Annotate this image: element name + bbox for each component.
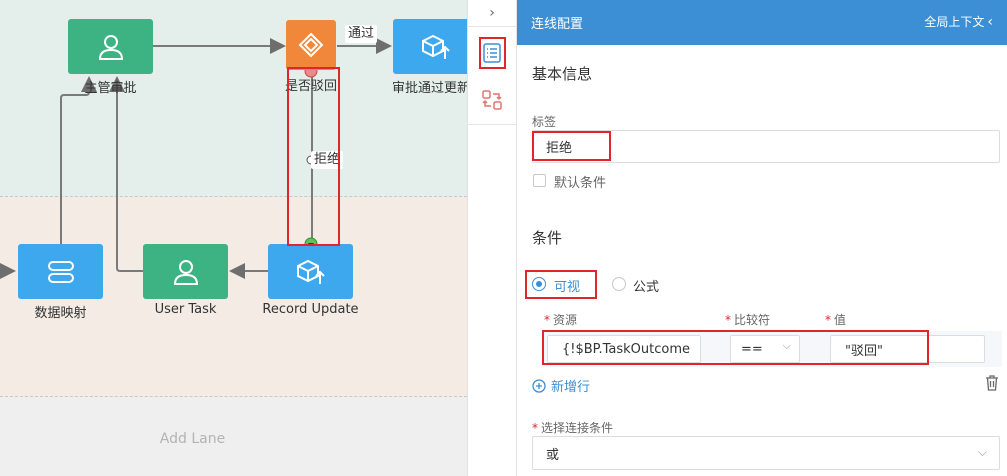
plus-circle-icon: [532, 378, 546, 393]
node-data-mapping-label: 数据映射: [34, 306, 87, 321]
box-upload-icon: [296, 259, 325, 284]
box-upload-icon: [421, 34, 450, 59]
gateway-icon: [298, 32, 324, 58]
node-data-mapping[interactable]: [18, 244, 103, 299]
node-user-task-label: User Task: [154, 302, 217, 317]
node-approved-update-label: 审批通过更新: [392, 81, 467, 96]
column-operator: * 比较符: [725, 313, 771, 327]
storage-icon: [47, 260, 74, 283]
operator-value: ==: [741, 341, 763, 357]
add-row-button[interactable]: 新增行: [532, 376, 590, 395]
operator-select[interactable]: == ⌵: [730, 335, 800, 363]
node-record-update[interactable]: [268, 244, 353, 299]
node-reject-gateway[interactable]: [286, 20, 336, 70]
collapse-panel-button[interactable]: ›: [468, 0, 516, 26]
mode-formula-label[interactable]: 公式: [633, 276, 659, 295]
properties-tab-button[interactable]: [468, 36, 516, 70]
column-resource: * 资源: [544, 313, 578, 327]
section-conditions: 条件: [532, 229, 563, 247]
mode-visual-radio[interactable]: [532, 277, 546, 291]
edge-label-reject[interactable]: 拒绝: [311, 151, 344, 169]
node-reject-gateway-label: 是否驳回: [284, 79, 337, 94]
user-icon: [98, 34, 123, 60]
node-manager-approval-label: 主管审批: [84, 81, 137, 96]
condition-row: {!$BP.TaskOutcome == ⌵ "驳回": [542, 331, 1002, 367]
process-canvas[interactable]: Add Lane 主管审批 是否驳回 审批通过更新 数据映射 User Task…: [0, 0, 467, 476]
add-row-label: 新增行: [551, 380, 591, 395]
node-manager-approval[interactable]: [68, 19, 153, 74]
mode-visual-label[interactable]: 可视: [554, 276, 580, 295]
flow-tab-button[interactable]: [468, 86, 516, 114]
global-context-button[interactable]: 全局上下文 ‹: [924, 13, 993, 30]
node-approved-update[interactable]: [393, 19, 467, 74]
edge-user-to-manager: [109, 76, 143, 272]
mode-formula-radio[interactable]: [612, 277, 626, 291]
connect-condition-select[interactable]: 或 ⌵: [532, 436, 1000, 470]
section-basic-info: 基本信息: [532, 65, 593, 83]
column-value: * 值: [825, 313, 847, 327]
panel-title: 连线配置: [531, 17, 584, 32]
connect-condition-value: 或: [546, 447, 560, 463]
resource-input[interactable]: {!$BP.TaskOutcome: [547, 335, 701, 363]
connect-condition-label: * 选择连接条件: [532, 421, 614, 435]
resource-value: {!$BP.TaskOutcome: [562, 341, 691, 357]
trash-icon[interactable]: [985, 375, 999, 395]
swap-icon: [482, 90, 502, 110]
chevron-right-icon: ›: [489, 5, 495, 21]
global-context-label: 全局上下文: [924, 15, 985, 29]
edge-mapping-to-manager: [60, 76, 97, 244]
side-toolbar: ›: [467, 0, 517, 476]
panel-header: 连线配置 全局上下文 ‹: [517, 0, 1007, 45]
label-input-value: 拒绝: [546, 141, 573, 156]
default-condition-checkbox[interactable]: [533, 174, 546, 187]
node-user-task[interactable]: [143, 244, 228, 299]
chevron-down-icon: ⌵: [782, 339, 791, 352]
user-icon: [173, 259, 198, 285]
value-input[interactable]: "驳回": [830, 335, 985, 363]
chevron-down-icon: ⌵: [977, 445, 987, 459]
label-field-label: 标签: [532, 115, 557, 129]
default-condition-label[interactable]: 默认条件: [554, 172, 606, 191]
chevron-left-icon: ‹: [987, 13, 993, 30]
value-value: "驳回": [845, 343, 883, 359]
label-input[interactable]: 拒绝: [532, 130, 1000, 163]
edge-label-pass[interactable]: 通过: [345, 25, 378, 43]
properties-panel: 连线配置 全局上下文 ‹ 基本信息 标签 拒绝 默认条件 条件 可视 公式 * 资…: [517, 0, 1007, 476]
node-record-update-label: Record Update: [262, 302, 359, 317]
